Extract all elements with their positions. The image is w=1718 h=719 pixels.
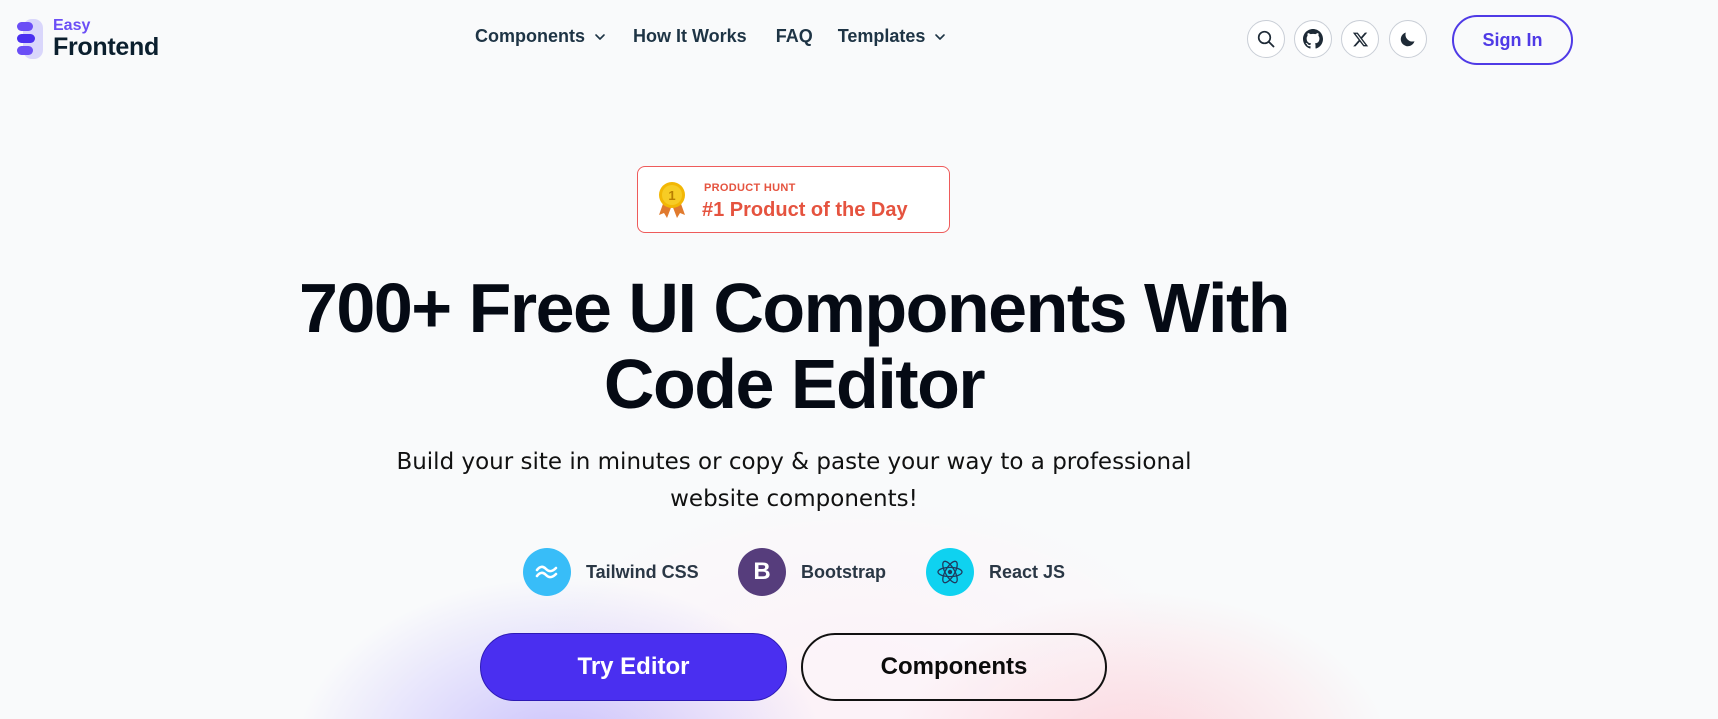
nav-item-how-it-works[interactable]: How It Works [633,26,747,47]
badge-big-text: #1 Product of the Day [702,199,908,221]
theme-toggle-button[interactable] [1389,20,1427,58]
search-icon [1257,30,1275,48]
product-hunt-badge[interactable]: 1 PRODUCT HUNT #1 Product of the Day [637,166,950,233]
try-editor-button[interactable]: Try Editor [480,633,787,701]
nav-item-templates[interactable]: Templates [838,26,947,47]
nav-item-label: Components [475,26,585,46]
logo-text: Easy Frontend [53,18,159,60]
components-button[interactable]: Components [801,633,1107,701]
tech-label: Tailwind CSS [586,561,699,582]
github-icon [1303,29,1323,49]
bootstrap-icon: B [738,548,786,596]
github-button[interactable] [1294,20,1332,58]
nav-item-faq[interactable]: FAQ [776,26,813,47]
x-button[interactable] [1341,20,1379,58]
nav-item-label: FAQ [775,26,813,46]
tailwind-icon [523,548,571,596]
medal-icon: 1 [659,182,685,218]
tech-label: React JS [989,561,1066,582]
chevron-down-icon [595,33,605,40]
tech-item-bootstrap: B Bootstrap [738,548,886,596]
tech-label: Bootstrap [801,561,886,582]
hero-subtitle-line-2: website components! [670,486,918,512]
tech-item-tailwind: Tailwind CSS [523,548,699,596]
site-header: Easy Frontend Components How It Works FA… [0,0,1718,80]
hero-title-line-2: Code Editor [603,345,986,423]
x-icon [1352,32,1368,46]
moon-icon [1400,32,1415,47]
hero-subtitle: Build your site in minutes or copy & pas… [380,444,1208,518]
logo-small-text: Easy [53,17,91,34]
logo-big-text: Frontend [53,33,159,61]
main-nav: Components How It Works FAQ Templates [475,26,946,47]
nav-item-components[interactable]: Components [475,26,606,47]
sign-in-button[interactable]: Sign In [1452,15,1573,65]
bootstrap-glyph: B [753,558,771,585]
react-icon [926,548,974,596]
hero-subtitle-line-1: Build your site in minutes or copy & pas… [396,449,1192,475]
hero-title-line-1: 700+ Free UI Components With [298,269,1291,347]
hero-title: 700+ Free UI Components With Code Editor [0,270,1588,422]
search-button[interactable] [1247,20,1285,58]
medal-number: 1 [668,188,675,203]
badge-small-text: PRODUCT HUNT [704,182,796,194]
nav-item-label: Templates [837,26,926,46]
logo[interactable]: Easy Frontend [17,18,159,60]
nav-item-label: How It Works [633,26,747,46]
chevron-down-icon [935,33,946,40]
logo-mark-icon [17,19,46,59]
tech-item-react: React JS [926,548,1065,596]
